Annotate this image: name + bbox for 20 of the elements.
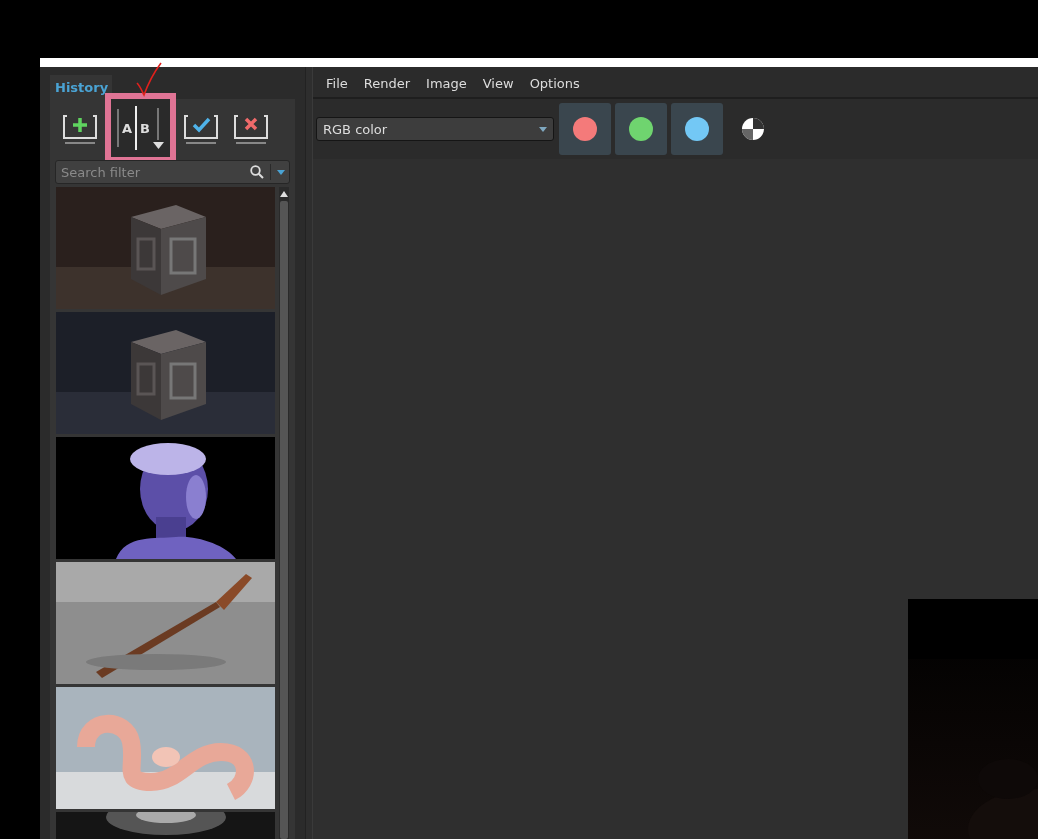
menu-item[interactable]: Options [522, 73, 587, 94]
channel-button[interactable] [559, 103, 611, 155]
menu-item[interactable]: View [475, 73, 521, 94]
scroll-up-icon[interactable] [280, 191, 288, 197]
dropdown-icon[interactable] [277, 169, 285, 175]
search-field[interactable]: Search filter [55, 160, 290, 184]
search-icon [250, 165, 264, 179]
menu-item[interactable]: Image [419, 73, 474, 94]
caret-icon [153, 141, 164, 149]
channel-button[interactable] [615, 103, 667, 155]
alpha-icon[interactable] [741, 117, 765, 141]
menu-item[interactable]: File [319, 73, 355, 94]
menu-item[interactable]: Render [356, 73, 418, 94]
checkmark-annotation-icon [135, 61, 163, 99]
history-tab[interactable]: History [50, 75, 113, 99]
compare-button[interactable]: A B [105, 93, 176, 163]
caret-icon [539, 126, 547, 132]
channel-select[interactable]: RGB color [316, 117, 554, 141]
channel-button[interactable] [671, 103, 723, 155]
scrollbar[interactable] [279, 187, 289, 839]
